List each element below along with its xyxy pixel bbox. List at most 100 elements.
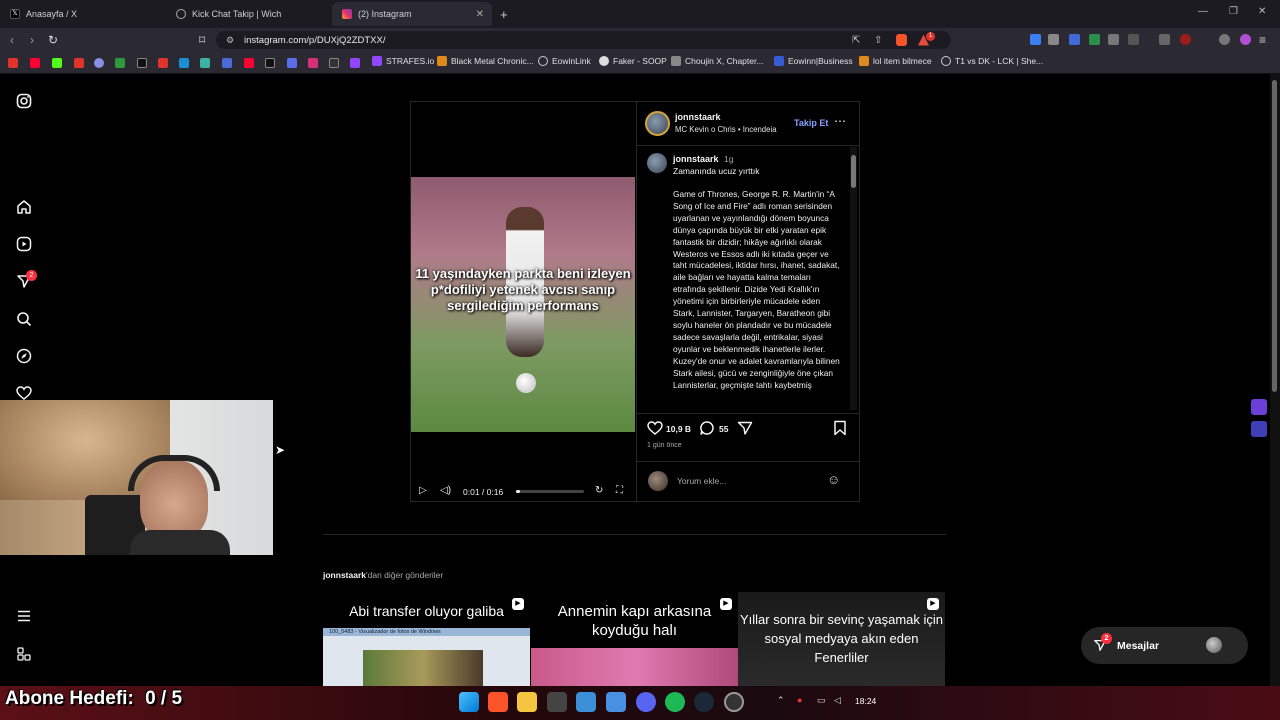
audio-label[interactable]: MC Kevin o Chris • Incendeia: [675, 125, 777, 134]
bookmark-icon[interactable]: [329, 58, 339, 68]
steam-icon[interactable]: [694, 692, 714, 712]
fullscreen-icon[interactable]: ⛶: [616, 485, 623, 496]
windows-start-icon[interactable]: [459, 692, 479, 712]
follow-button[interactable]: Takip Et: [794, 118, 828, 128]
replay-icon[interactable]: ↻: [595, 485, 603, 496]
obs-icon[interactable]: [724, 692, 744, 712]
instagram-icon[interactable]: [14, 91, 34, 111]
more-posts-user[interactable]: jonnstaark: [323, 570, 366, 580]
twitch-bookmark-icon[interactable]: [350, 58, 360, 68]
more-icon[interactable]: [14, 644, 34, 664]
save-icon[interactable]: [833, 420, 847, 441]
tab-instagram[interactable]: (2) Instagram ✕: [332, 2, 492, 26]
bookmark-t1-vs-dk[interactable]: T1 vs DK - LCK | She...: [941, 56, 1043, 66]
tab-x[interactable]: 𝕏 Anasayfa / X: [0, 2, 165, 26]
bookmark-choujin-x[interactable]: Choujin X, Chapter...: [671, 56, 763, 66]
extension-side-icon[interactable]: [1251, 399, 1267, 415]
address-bar[interactable]: ⚙ instagram.com/p/DUXjQ2ZDTXX/ ⇱ ⇧ 1: [216, 31, 951, 49]
site-info-icon[interactable]: ⚙: [226, 35, 234, 46]
extension-2-icon[interactable]: [1048, 34, 1059, 45]
minimize-icon[interactable]: —: [1198, 6, 1208, 17]
bookmark-icon[interactable]: [287, 58, 297, 68]
author-avatar[interactable]: [645, 111, 670, 136]
network-icon[interactable]: ▭: [817, 695, 826, 706]
menu-icon[interactable]: [14, 606, 34, 626]
leo-ai-icon[interactable]: [1240, 34, 1251, 45]
back-icon[interactable]: ‹: [10, 33, 14, 47]
bookmark-icon[interactable]: [200, 58, 210, 68]
app-taskbar-icon[interactable]: [547, 692, 567, 712]
youtube-bookmark-icon[interactable]: [244, 58, 254, 68]
like-icon[interactable]: [647, 420, 663, 441]
extension-5-icon[interactable]: [1108, 34, 1119, 45]
bookmark-lol-item[interactable]: lol item bilmece: [859, 56, 932, 66]
messages-button[interactable]: 2 Mesajlar: [1081, 627, 1248, 664]
microphone-icon[interactable]: ●: [797, 695, 802, 705]
extension-3-icon[interactable]: [1069, 34, 1080, 45]
share-icon[interactable]: [737, 420, 753, 441]
bookmark-black-metal[interactable]: Black Metal Chronic...: [437, 56, 534, 66]
more-post-thumbnail-3[interactable]: Yıllar sonra bir sevinç yaşamak için sos…: [738, 592, 945, 686]
bookmark-icon[interactable]: [74, 58, 84, 68]
bookmark-icon[interactable]: [94, 58, 104, 68]
new-tab-button[interactable]: +: [496, 2, 516, 26]
scrollbar-thumb[interactable]: [1272, 80, 1277, 392]
menu-icon[interactable]: ≡: [1259, 33, 1266, 47]
explore-icon[interactable]: [14, 346, 34, 366]
close-tab-icon[interactable]: ✕: [476, 9, 484, 20]
open-external-icon[interactable]: ⇱: [852, 35, 860, 46]
extension-1-icon[interactable]: [1030, 34, 1041, 45]
emoji-icon[interactable]: ☺: [827, 472, 840, 487]
discord-icon[interactable]: [636, 692, 656, 712]
spotify-icon[interactable]: [665, 692, 685, 712]
reload-icon[interactable]: ↻: [48, 33, 58, 47]
kick-bookmark-icon[interactable]: [52, 58, 62, 68]
forward-icon[interactable]: ›: [30, 33, 34, 47]
x-bookmark-icon[interactable]: [265, 58, 275, 68]
brave-shield-icon[interactable]: [896, 34, 907, 46]
bookmark-eowinn-business[interactable]: Eowinn|Business: [774, 56, 853, 66]
more-options-icon[interactable]: ⋯: [834, 114, 846, 128]
extension-side-icon[interactable]: [1251, 421, 1267, 437]
bookmark-icon[interactable]: [158, 58, 168, 68]
reels-icon[interactable]: [14, 234, 34, 254]
extension-4-icon[interactable]: [1089, 34, 1100, 45]
caption-username[interactable]: jonnstaark: [673, 154, 719, 164]
more-post-thumbnail-2[interactable]: Annemin kapı arkasına koyduğu halı ▶: [531, 592, 738, 686]
comment-icon[interactable]: [699, 420, 715, 441]
caption-scroll-thumb[interactable]: [851, 155, 856, 188]
close-window-icon[interactable]: ✕: [1258, 6, 1266, 17]
sidebar-toggle-icon[interactable]: [1159, 34, 1170, 45]
share-icon[interactable]: ⇧: [874, 35, 882, 46]
like-count[interactable]: 10,9 B: [666, 424, 691, 434]
video-progress-track[interactable]: [516, 490, 584, 493]
profile-icon[interactable]: [1180, 34, 1191, 45]
maximize-icon[interactable]: ❐: [1229, 6, 1238, 17]
clock[interactable]: 18:24: [855, 696, 876, 706]
bookmark-icon[interactable]: [222, 58, 232, 68]
bookmark-icon[interactable]: [8, 58, 18, 68]
youtube-bookmark-icon[interactable]: [30, 58, 40, 68]
vpn-icon[interactable]: [1219, 34, 1230, 45]
tiktok-bookmark-icon[interactable]: [137, 58, 147, 68]
caption-avatar[interactable]: [647, 153, 667, 173]
more-post-thumbnail-1[interactable]: Abi transfer oluyor galiba 100_5483 - Vi…: [323, 592, 530, 686]
search-icon[interactable]: [14, 309, 34, 329]
home-icon[interactable]: [14, 197, 34, 217]
bookmark-icon[interactable]: [179, 58, 189, 68]
tray-overflow-icon[interactable]: ⌃: [777, 695, 785, 706]
volume-icon[interactable]: ◁): [440, 485, 451, 496]
instagram-bookmark-icon[interactable]: [308, 58, 318, 68]
bookmark-faker-soop[interactable]: Faker - SOOP: [599, 56, 667, 66]
extension-6-icon[interactable]: [1128, 34, 1139, 45]
bookmark-strafes[interactable]: STRAFES.io: [372, 56, 434, 66]
tab-kick-chat[interactable]: Kick Chat Takip | Wich: [166, 2, 331, 26]
comment-input[interactable]: Yorum ekle...: [677, 476, 726, 486]
play-icon[interactable]: ▷: [419, 485, 427, 496]
brave-taskbar-icon[interactable]: [488, 692, 508, 712]
bookmark-eowinlink[interactable]: EowinLink: [538, 56, 591, 66]
author-username[interactable]: jonnstaark: [675, 112, 721, 122]
speaker-icon[interactable]: ◁: [834, 695, 841, 706]
comment-count[interactable]: 55: [719, 424, 728, 434]
bookmark-page-icon[interactable]: ⌑: [199, 33, 205, 47]
